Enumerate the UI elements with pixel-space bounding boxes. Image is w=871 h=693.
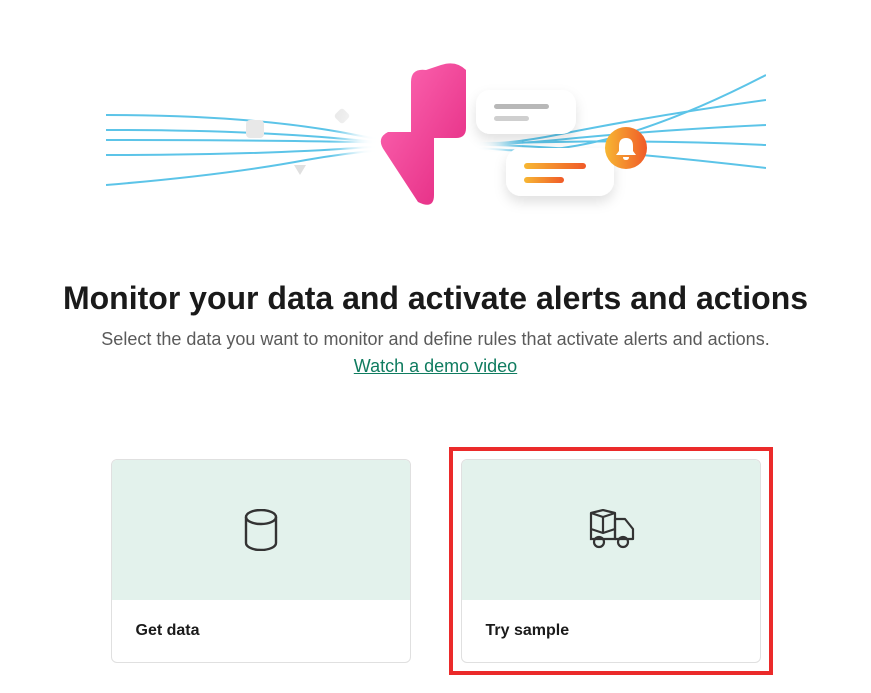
notification-card-icon xyxy=(506,148,614,196)
try-sample-icon-area xyxy=(462,460,760,600)
option-cards: Get data T xyxy=(99,447,773,675)
try-sample-card[interactable]: Try sample xyxy=(461,459,761,663)
page-subheading: Select the data you want to monitor and … xyxy=(101,329,769,350)
get-data-card-wrapper: Get data xyxy=(99,447,423,675)
watch-demo-link[interactable]: Watch a demo video xyxy=(354,356,517,377)
bell-icon xyxy=(605,127,647,169)
get-data-label: Get data xyxy=(112,600,410,662)
delivery-truck-icon xyxy=(585,509,637,551)
get-data-icon-area xyxy=(112,460,410,600)
page-heading: Monitor your data and activate alerts an… xyxy=(63,280,808,317)
try-sample-label: Try sample xyxy=(462,600,760,662)
get-data-card[interactable]: Get data xyxy=(111,459,411,663)
notification-card-icon xyxy=(476,90,576,134)
try-sample-card-wrapper: Try sample xyxy=(449,447,773,675)
database-icon xyxy=(242,509,280,551)
hero-illustration xyxy=(106,20,766,240)
